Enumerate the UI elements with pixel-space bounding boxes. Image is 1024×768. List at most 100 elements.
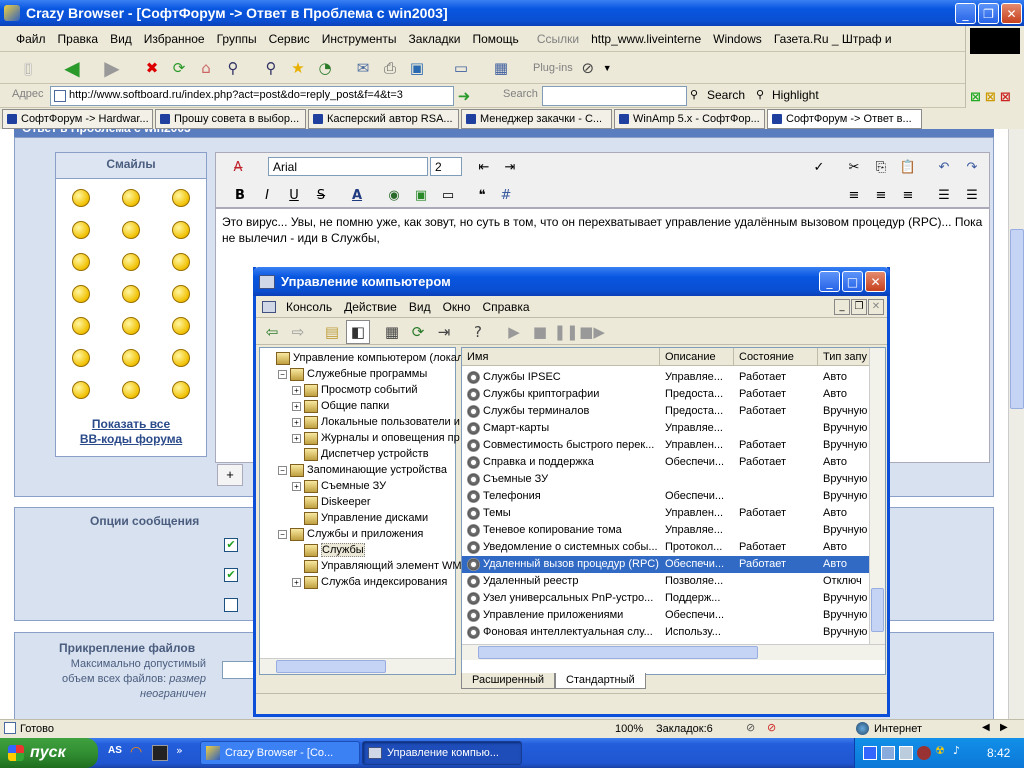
align-right-icon[interactable]: ≡ xyxy=(898,185,918,205)
task-crazy-browser[interactable]: Crazy Browser - [Со... xyxy=(200,741,360,765)
expand-button[interactable]: + xyxy=(217,464,243,486)
mmc-menu-help[interactable]: Справка xyxy=(476,300,535,314)
mmc-help-icon[interactable]: ? xyxy=(466,320,490,344)
column-description[interactable]: Описание xyxy=(660,348,734,365)
table-row[interactable]: Удаленный вызов процедур (RPC) Обеспечи..… xyxy=(462,556,885,573)
page-scrollbar[interactable] xyxy=(1008,129,1024,719)
expand-icon[interactable]: + xyxy=(292,401,301,411)
cut-icon[interactable]: ✂ xyxy=(844,157,864,177)
favorites-star-icon[interactable]: ★ xyxy=(286,56,310,80)
table-row[interactable]: Телефония Обеспечи... Вручную xyxy=(462,488,885,505)
crazy-browser-icon[interactable] xyxy=(4,5,20,21)
go-icon[interactable]: ➜ xyxy=(452,84,476,108)
tree-node[interactable]: Управление дисками xyxy=(260,510,455,526)
tab-download-manager[interactable]: Менеджер закачки - С... xyxy=(461,109,612,129)
expand-icon[interactable]: + xyxy=(292,385,301,395)
child-minimize-icon[interactable]: _ xyxy=(834,299,850,315)
menu-file[interactable]: Файл xyxy=(10,32,52,46)
align-left-icon[interactable]: ≡ xyxy=(844,185,864,205)
zoom-level[interactable]: 100% xyxy=(615,723,643,735)
list-hscroll-thumb[interactable] xyxy=(478,646,758,659)
mmc-menu-action[interactable]: Действие xyxy=(338,300,403,314)
smiley-icon[interactable] xyxy=(122,285,140,303)
option-checkbox-2[interactable]: ✔ xyxy=(224,568,238,582)
search-input[interactable] xyxy=(542,86,687,106)
menu-help[interactable]: Помощь xyxy=(466,32,524,46)
tree-node[interactable]: Управляющий элемент WM xyxy=(260,558,462,574)
smiley-icon[interactable] xyxy=(72,349,90,367)
highlight-button[interactable]: Highlight xyxy=(772,88,819,102)
expand-icon[interactable]: + xyxy=(292,577,301,587)
menu-view[interactable]: Вид xyxy=(104,32,138,46)
prev-icon[interactable]: ◀ xyxy=(982,722,990,733)
pause-service-icon[interactable]: ❚❚ xyxy=(553,320,578,344)
expand-icon[interactable]: + xyxy=(292,481,301,491)
tree-node[interactable]: Диспетчер устройств xyxy=(260,446,455,462)
underline-icon[interactable]: U xyxy=(284,185,304,205)
copy-icon[interactable]: ⎘ xyxy=(871,157,891,177)
task-computer-management[interactable]: Управление компью... xyxy=(362,741,522,765)
smiley-icon[interactable] xyxy=(122,317,140,335)
link-liveinternet[interactable]: http_www.liveinterne xyxy=(585,32,707,46)
tree-node[interactable]: − Запоминающие устройства xyxy=(260,462,455,478)
bbcodes-link[interactable]: BB-коды форума xyxy=(56,432,206,447)
properties-icon[interactable]: ▦ xyxy=(380,320,404,344)
table-row[interactable]: Совместимость быстрого перек... Управлен.… xyxy=(462,437,885,454)
menu-groups[interactable]: Группы xyxy=(211,32,263,46)
cmd-icon[interactable] xyxy=(152,745,168,761)
mmc-menu-console[interactable]: Консоль xyxy=(280,300,338,314)
tab-extended[interactable]: Расширенный xyxy=(461,673,555,689)
chevron-down-icon[interactable]: ▼ xyxy=(603,63,612,73)
smiley-icon[interactable] xyxy=(72,317,90,335)
table-row[interactable]: Узел универсальных PnP-устро... Поддерж..… xyxy=(462,590,885,607)
smiley-icon[interactable] xyxy=(122,349,140,367)
tab-kaspersky[interactable]: Касперский автор RSA... xyxy=(308,109,459,129)
column-name[interactable]: Имя xyxy=(462,348,660,365)
tree-node[interactable]: Службы xyxy=(260,542,455,558)
ordered-list-icon[interactable]: ☰ xyxy=(934,185,954,205)
table-row[interactable]: Управление приложениями Обеспечи... Вручну… xyxy=(462,607,885,624)
code-icon[interactable]: # xyxy=(496,185,516,205)
mmc-close-button[interactable]: ✕ xyxy=(865,271,886,292)
tray-icon-1[interactable] xyxy=(863,746,877,760)
child-close-icon[interactable]: ✕ xyxy=(868,299,884,315)
volume-icon[interactable]: ♪ xyxy=(953,744,960,757)
start-button[interactable]: пуск xyxy=(0,738,98,768)
link-icon[interactable]: ◉ xyxy=(384,185,404,205)
start-service-icon[interactable]: ▶ xyxy=(502,320,526,344)
window-icon[interactable]: ▣ xyxy=(405,56,429,80)
menu-edit[interactable]: Правка xyxy=(52,32,105,46)
spellcheck-icon[interactable]: ✓ xyxy=(809,157,829,177)
email-icon[interactable]: ▭ xyxy=(438,185,458,205)
column-startup-type[interactable]: Тип запу xyxy=(818,348,872,365)
tree-node[interactable]: Управление компьютером (локаль xyxy=(260,350,469,366)
show-all-smilies-link[interactable]: Показать все xyxy=(56,417,206,432)
undo-icon[interactable]: ↶ xyxy=(934,157,954,177)
clear-format-icon[interactable]: A̶ xyxy=(228,157,248,177)
forward-icon[interactable]: ▶ xyxy=(100,56,124,80)
option-checkbox-1[interactable]: ✔ xyxy=(224,538,238,552)
table-row[interactable]: Службы терминалов Предоста... Работает Вруч… xyxy=(462,403,885,420)
tree-node[interactable]: + Съемные ЗУ xyxy=(260,478,455,494)
table-row[interactable]: Фоновая интеллектуальная слу... Использу.… xyxy=(462,624,885,641)
search-button[interactable]: Search xyxy=(707,88,745,102)
print-icon[interactable]: ⎙ xyxy=(378,56,402,80)
table-row[interactable]: Смарт-карты Управляе... Вручную xyxy=(462,420,885,437)
restart-service-icon[interactable]: ■▶ xyxy=(579,320,605,344)
stop-icon[interactable]: ✖ xyxy=(140,56,164,80)
tab-reply[interactable]: СофтФорум -> Ответ в... xyxy=(767,109,922,129)
mmc-back-icon[interactable]: ⇦ xyxy=(260,320,284,344)
option-checkbox-3[interactable] xyxy=(224,598,238,612)
font-select[interactable]: Arial xyxy=(268,157,428,176)
up-folder-icon[interactable]: ▤ xyxy=(320,320,344,344)
smiley-icon[interactable] xyxy=(72,189,90,207)
smiley-icon[interactable] xyxy=(72,285,90,303)
collapse-icon[interactable]: − xyxy=(278,465,287,475)
mmc-title-bar[interactable]: Управление компьютером xyxy=(253,267,890,296)
stop-service-icon[interactable]: ■ xyxy=(528,320,552,344)
minimize-button[interactable]: _ xyxy=(955,3,976,24)
bullet-list-icon[interactable]: ☰ xyxy=(962,185,982,205)
cascade-icon[interactable]: ⊠ xyxy=(985,90,996,105)
zoom-icon[interactable]: ⚲ xyxy=(221,56,245,80)
smiley-icon[interactable] xyxy=(172,221,190,239)
